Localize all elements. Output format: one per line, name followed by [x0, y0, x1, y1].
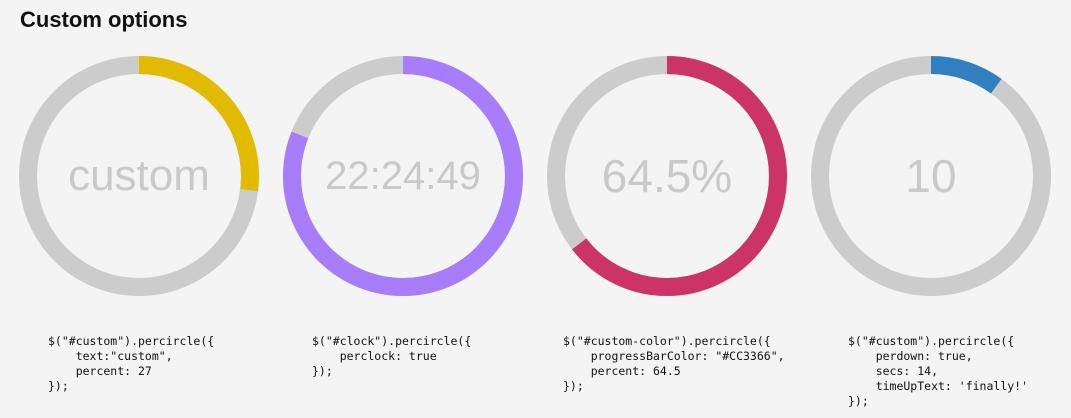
custom-text-percircle: custom: [19, 56, 259, 296]
page-title: Custom options: [20, 7, 188, 32]
custom-color-percircle: 64.5%: [547, 56, 787, 296]
percircle-label: 10: [905, 150, 957, 202]
percircle-label: 64.5%: [601, 150, 733, 202]
code-snippet-clock: $("#clock").percircle({ perclock: true }…: [312, 334, 472, 378]
clock-percircle: 22:24:49: [283, 56, 523, 296]
code-snippet-custom-color: $("#custom-color").percircle({ progressB…: [563, 334, 785, 393]
code-snippet-custom: $("#custom").percircle({ text:"custom", …: [48, 334, 215, 393]
percircle-label: custom: [68, 151, 210, 200]
percircle-label: 22:24:49: [325, 153, 481, 198]
countdown-percircle: 10: [811, 56, 1051, 296]
code-snippet-countdown: $("#custom").percircle({ perdown: true, …: [848, 334, 1029, 408]
